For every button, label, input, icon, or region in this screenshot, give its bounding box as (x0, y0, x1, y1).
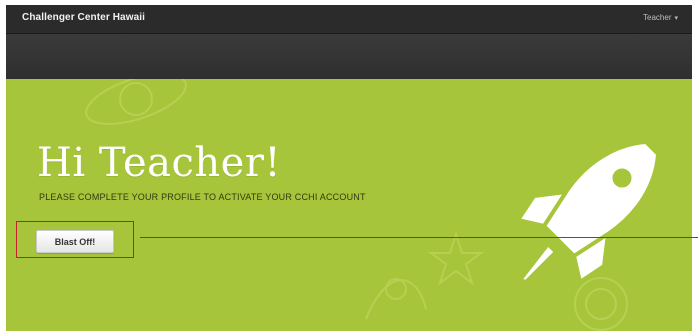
annotation-pointer-line (140, 237, 698, 238)
page-title: Hi Teacher! (37, 140, 282, 186)
hero-banner: Hi Teacher! PLEASE COMPLETE YOUR PROFILE… (6, 79, 692, 331)
chevron-down-icon: ▾ (674, 15, 678, 22)
top-navbar: Challenger Center Hawaii Teacher ▾ (6, 5, 692, 34)
planet-doodle-icon (85, 79, 187, 125)
swirl-doodle-icon (365, 278, 427, 320)
secondary-navbar (6, 34, 692, 79)
app-frame: Challenger Center Hawaii Teacher ▾ Hi Tea… (6, 5, 692, 331)
profile-instructions: PLEASE COMPLETE YOUR PROFILE TO ACTIVATE… (39, 192, 366, 202)
rocket-icon (516, 140, 660, 284)
user-menu-dropdown[interactable]: Teacher ▾ (643, 13, 678, 22)
annotation-highlight-box (16, 221, 134, 258)
user-menu-label: Teacher (643, 13, 672, 22)
brand-link[interactable]: Challenger Center Hawaii (22, 12, 145, 23)
